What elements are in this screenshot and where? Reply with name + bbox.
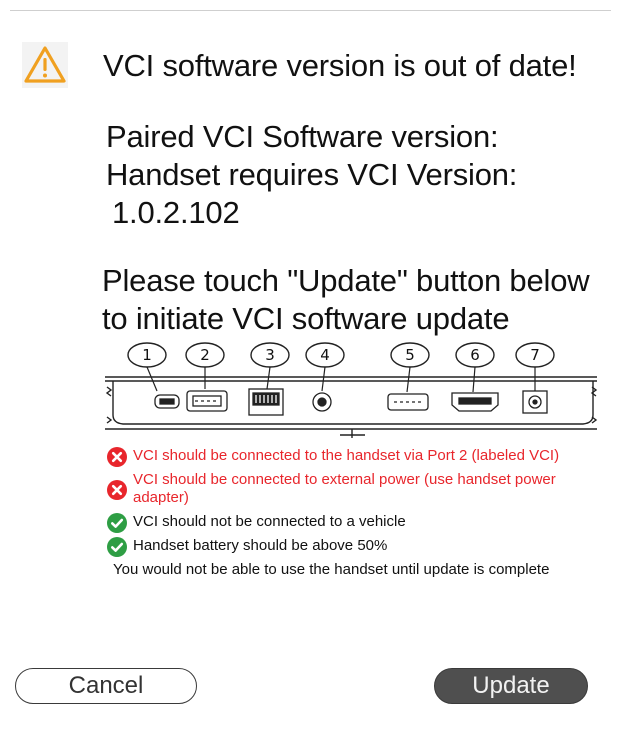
update-instruction: Please touch "Update" button below to in… [102, 262, 612, 338]
requirement-text: VCI should not be connected to a vehicle [133, 513, 406, 530]
port-3-ethernet [248, 388, 284, 416]
error-x-icon [107, 447, 127, 467]
requirement-external-power: VCI should be connected to external powe… [107, 471, 607, 507]
port-6-hdmi [451, 392, 499, 412]
instruction-line-2: to initiate VCI software update [102, 301, 510, 336]
paired-version-label: Paired VCI Software version: [106, 119, 499, 154]
port-5-usb [387, 393, 429, 411]
port-label-1: 1 [142, 346, 152, 364]
port-label-6: 6 [470, 346, 480, 364]
error-x-icon [107, 480, 127, 500]
vci-ports-diagram: 1 2 3 4 5 6 7 [105, 342, 598, 438]
port-4-audio [312, 392, 332, 412]
required-version-label: Handset requires VCI Version: [106, 157, 518, 192]
requirement-battery: Handset battery should be above 50% [107, 537, 607, 557]
requirement-no-vehicle: VCI should not be connected to a vehicle [107, 513, 607, 533]
port-callouts [127, 342, 555, 368]
dialog-title: VCI software version is out of date! [103, 48, 577, 83]
requirement-port2: VCI should be connected to the handset v… [107, 447, 607, 467]
check-icon [107, 537, 127, 557]
port-7-power [522, 390, 548, 414]
required-version-value: 1.0.2.102 [112, 195, 240, 230]
top-divider [10, 10, 611, 11]
check-icon [107, 513, 127, 533]
vci-update-dialog: VCI software version is out of date! Pai… [0, 0, 621, 733]
requirements-checklist: VCI should be connected to the handset v… [107, 447, 607, 579]
port-label-7: 7 [530, 346, 540, 364]
update-button[interactable]: Update [434, 668, 588, 704]
update-notice: You would not be able to use the handset… [113, 561, 550, 578]
port-label-2: 2 [200, 346, 210, 364]
version-info: Paired VCI Software version: Handset req… [106, 118, 606, 232]
requirement-text: VCI should be connected to external powe… [133, 471, 556, 506]
warning-icon [22, 42, 68, 88]
port-label-3: 3 [265, 346, 275, 364]
port-2-usb [186, 390, 228, 412]
port-label-5: 5 [405, 346, 415, 364]
instruction-line-1: Please touch "Update" button below [102, 263, 590, 298]
port-callout-leaders [146, 366, 536, 393]
port-label-4: 4 [320, 346, 330, 364]
cancel-button[interactable]: Cancel [15, 668, 197, 704]
port-1-mini-usb [154, 394, 180, 409]
requirement-text: Handset battery should be above 50% [133, 537, 388, 554]
requirement-text: VCI should be connected to the handset v… [133, 447, 560, 464]
